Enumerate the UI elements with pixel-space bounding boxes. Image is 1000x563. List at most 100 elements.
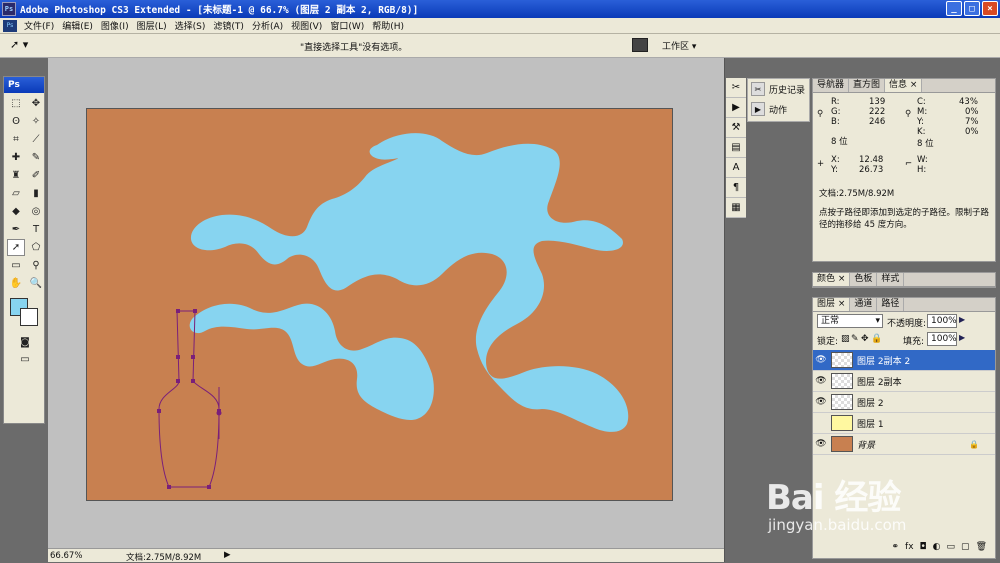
character-icon[interactable]: A [726, 158, 746, 178]
menu-analysis[interactable]: 分析(A) [248, 19, 287, 32]
type-icon[interactable]: T [27, 221, 45, 238]
lock-transparency-icon[interactable]: ▨ [841, 334, 850, 344]
tab-layers[interactable]: 图层 × [813, 298, 851, 311]
layer-row[interactable]: 👁 图层 2 [813, 392, 995, 413]
document-canvas[interactable] [86, 108, 673, 501]
minimize-button[interactable]: _ [946, 1, 962, 16]
move-icon[interactable]: ✥ [27, 95, 45, 112]
history-icon[interactable]: ✂ [726, 78, 746, 98]
crosshair-icon: + [817, 159, 825, 169]
tab-info[interactable]: 信息 × [885, 79, 923, 92]
tab-navigator[interactable]: 导航器 [813, 79, 850, 92]
menu-select[interactable]: 选择(S) [171, 19, 210, 32]
delete-layer-icon[interactable]: 🗑 [976, 542, 987, 556]
menu-image[interactable]: 图像(I) [97, 19, 133, 32]
fill-input[interactable]: 100% [927, 332, 957, 346]
visibility-eye-icon[interactable]: 👁 [813, 397, 829, 407]
zoom-level[interactable]: 66.67% [50, 551, 82, 561]
dodge-icon[interactable]: ◎ [27, 203, 45, 220]
clone-stamp-icon[interactable]: ♜ [7, 167, 25, 184]
actions-panel-button[interactable]: ▶ 动作 [748, 99, 809, 119]
toolbox-dock: Ps ⬚ ✥ ʘ ✧ ⌗ ⟋ ✚ ✎ ♜ ✐ ▱ ▮ ◆ ◎ ✒ T ➚ ⬠ ▭… [0, 58, 48, 548]
maximize-button[interactable]: □ [964, 1, 980, 16]
info-r-label: R: [831, 97, 840, 107]
slice-icon[interactable]: ⟋ [27, 131, 45, 148]
opacity-input[interactable]: 100% [927, 314, 957, 328]
tab-channels[interactable]: 通道 [850, 298, 878, 311]
canvas-area [48, 58, 724, 548]
fill-slider-arrow-icon[interactable]: ▶ [959, 333, 965, 342]
layer-row[interactable]: 👁 图层 2副本 2 [813, 350, 995, 371]
menu-edit[interactable]: 编辑(E) [58, 19, 97, 32]
size-box-icon: ⌐ [905, 159, 913, 169]
new-group-icon[interactable]: ▭ [947, 542, 956, 556]
menu-window[interactable]: 窗口(W) [326, 19, 368, 32]
layer-row[interactable]: 👁 背景 🔒 [813, 434, 995, 455]
tab-paths[interactable]: 路径 [877, 298, 905, 311]
info-x-label: X: [831, 155, 840, 165]
status-bar: 66.67% 文档:2.75M/8.92M ▶ [48, 548, 724, 563]
blur-icon[interactable]: ◆ [7, 203, 25, 220]
tab-styles[interactable]: 样式 [877, 273, 905, 286]
visibility-eye-icon[interactable]: 👁 [813, 355, 829, 365]
quick-mask-icon[interactable]: ◙ [16, 334, 34, 351]
info-bits-right: 8 位 [917, 139, 934, 149]
brush-icon[interactable]: ✎ [27, 149, 45, 166]
menu-layer[interactable]: 图层(L) [133, 19, 171, 32]
adjustment-layer-icon[interactable]: ◐ [933, 542, 941, 556]
notes-icon[interactable]: ▭ [7, 257, 25, 274]
healing-brush-icon[interactable]: ✚ [7, 149, 25, 166]
workspace-menu[interactable]: 工作区 ▾ [662, 39, 696, 52]
toolbox-header: Ps [4, 77, 44, 93]
actions-icon[interactable]: ▶ [726, 98, 746, 118]
ps-doc-icon[interactable]: Ps [3, 19, 17, 32]
background-color-swatch[interactable] [20, 308, 38, 326]
layer-comps-icon[interactable]: ▦ [726, 198, 746, 218]
link-layers-icon[interactable]: ⚭ [892, 542, 900, 556]
tab-color[interactable]: 颜色 × [813, 273, 851, 286]
eraser-icon[interactable]: ▱ [7, 185, 25, 202]
new-layer-icon[interactable]: ▢ [961, 542, 970, 556]
visibility-eye-icon[interactable]: 👁 [813, 439, 829, 449]
menu-file[interactable]: 文件(F) [20, 19, 58, 32]
bridge-icon[interactable] [632, 38, 648, 52]
tool-presets-icon[interactable]: ⚒ [726, 118, 746, 138]
direct-selection-icon[interactable]: ➚ [7, 239, 25, 256]
lasso-icon[interactable]: ʘ [7, 113, 25, 130]
visibility-eye-icon[interactable]: 👁 [813, 376, 829, 386]
layer-mask-icon[interactable]: ◘ [920, 542, 927, 556]
tool-preset-picker[interactable]: ➚ ▾ [10, 38, 38, 54]
lock-position-icon[interactable]: ✥ [861, 334, 869, 344]
close-button[interactable]: × [982, 1, 998, 16]
pen-icon[interactable]: ✒ [7, 221, 25, 238]
tab-swatches[interactable]: 色板 [850, 273, 878, 286]
menu-view[interactable]: 视图(V) [287, 19, 326, 32]
screen-mode-icon[interactable]: ▭ [16, 351, 34, 368]
paragraph-icon[interactable]: ¶ [726, 178, 746, 198]
hand-icon[interactable]: ✋ [7, 275, 25, 292]
menu-help[interactable]: 帮助(H) [368, 19, 408, 32]
zoom-icon[interactable]: 🔍 [27, 275, 45, 292]
status-menu-arrow-icon[interactable]: ▶ [224, 550, 231, 560]
layer-thumbnail [831, 352, 853, 368]
blend-mode-select[interactable]: 正常 ▾ [817, 314, 883, 328]
layer-row[interactable]: 图层 1 [813, 413, 995, 434]
crop-icon[interactable]: ⌗ [7, 131, 25, 148]
marquee-icon[interactable]: ⬚ [7, 95, 25, 112]
layer-row[interactable]: 👁 图层 2副本 [813, 371, 995, 392]
menu-filter[interactable]: 滤镜(T) [209, 19, 248, 32]
history-brush-icon[interactable]: ✐ [27, 167, 45, 184]
history-panel-button[interactable]: ✂ 历史记录 [748, 79, 809, 99]
shape-icon[interactable]: ⬠ [27, 239, 45, 256]
tab-histogram[interactable]: 直方图 [849, 79, 886, 92]
opacity-slider-arrow-icon[interactable]: ▶ [959, 315, 965, 324]
lock-all-icon[interactable]: 🔒 [871, 334, 882, 344]
brushes-icon[interactable]: ▤ [726, 138, 746, 158]
eyedropper-icon[interactable]: ⚲ [27, 257, 45, 274]
lock-pixels-icon[interactable]: ✎ [851, 334, 859, 344]
gradient-icon[interactable]: ▮ [27, 185, 45, 202]
magic-wand-icon[interactable]: ✧ [27, 113, 45, 130]
info-doc-size: 文档:2.75M/8.92M [819, 189, 895, 199]
layer-style-icon[interactable]: fx [905, 542, 914, 556]
blue-lower-branch [189, 303, 434, 420]
